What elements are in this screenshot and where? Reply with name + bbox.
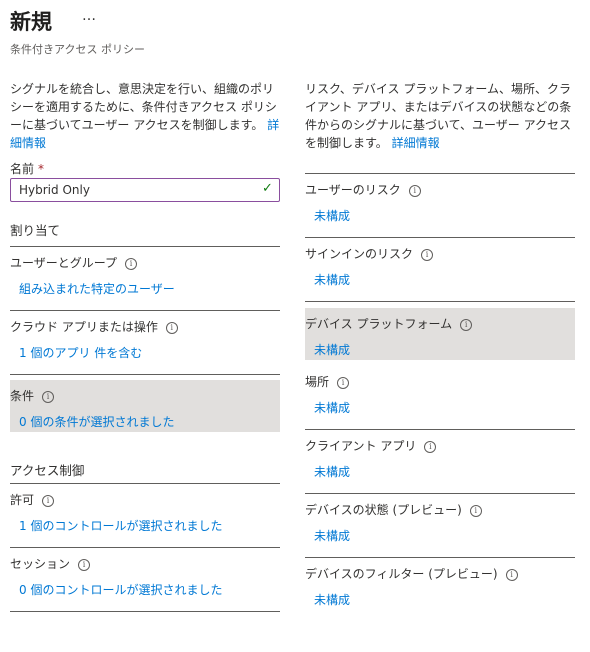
condition-label: デバイスのフィルター (プレビュー) i <box>305 565 518 582</box>
policy-name-input[interactable] <box>10 178 280 202</box>
condition-label: クライアント アプリ i <box>305 437 437 454</box>
right-column: リスク、デバイス プラットフォーム、場所、クライアント アプリ、またはデバイスの… <box>305 80 575 607</box>
condition-device-state[interactable]: デバイスの状態 (プレビュー) i 未構成 <box>305 494 575 546</box>
condition-sign-in-risk[interactable]: サインインのリスク i 未構成 <box>305 238 575 290</box>
users-and-groups-link[interactable]: 組み込まれた特定のユーザー <box>19 280 175 297</box>
condition-value-link[interactable]: 未構成 <box>314 463 350 480</box>
right-description: リスク、デバイス プラットフォーム、場所、クライアント アプリ、またはデバイスの… <box>305 80 575 155</box>
cloud-apps-link[interactable]: 1 個のアプリ 件を含む <box>19 344 142 361</box>
info-icon[interactable]: i <box>125 258 138 270</box>
info-icon[interactable]: i <box>42 495 55 507</box>
info-icon[interactable]: i <box>408 185 421 197</box>
info-icon[interactable]: i <box>78 559 91 571</box>
conditions-label: 条件 i <box>10 387 55 404</box>
info-icon[interactable]: i <box>421 249 434 261</box>
info-icon[interactable]: i <box>165 322 178 334</box>
assignments-title: 割り当て <box>10 223 61 238</box>
session-item[interactable]: セッション i 0 個のコントロールが選択されました <box>10 548 280 600</box>
name-label-text: 名前 <box>10 162 35 176</box>
access-controls-title: アクセス制御 <box>10 463 85 478</box>
grant-item[interactable]: 許可 i 1 個のコントロールが選択されました <box>10 484 280 536</box>
required-mark: * <box>38 162 45 176</box>
checkmark-icon: ✓ <box>262 181 273 196</box>
cloud-apps-label: クラウド アプリまたは操作 i <box>10 318 178 335</box>
divider <box>10 611 280 612</box>
condition-label: デバイス プラットフォーム i <box>305 315 473 332</box>
condition-value-link[interactable]: 未構成 <box>314 591 350 608</box>
session-link[interactable]: 0 個のコントロールが選択されました <box>19 581 222 598</box>
session-label: セッション i <box>10 555 91 572</box>
condition-value-link[interactable]: 未構成 <box>314 399 350 416</box>
right-learn-more-link[interactable]: 詳細情報 <box>392 136 440 150</box>
condition-value-link[interactable]: 未構成 <box>314 527 350 544</box>
condition-value-link[interactable]: 未構成 <box>314 271 350 288</box>
divider <box>10 374 280 375</box>
divider <box>305 301 575 302</box>
condition-user-risk[interactable]: ユーザーのリスク i 未構成 <box>305 174 575 226</box>
condition-label: デバイスの状態 (プレビュー) i <box>305 501 482 518</box>
conditions-link[interactable]: 0 個の条件が選択されました <box>19 413 174 430</box>
left-description: シグナルを統合し、意思決定を行い、組織のポリシーを適用するために、条件付きアクセ… <box>10 80 280 150</box>
condition-label: ユーザーのリスク i <box>305 181 421 198</box>
users-and-groups-label: ユーザーとグループ i <box>10 254 138 271</box>
info-icon[interactable]: i <box>337 377 350 389</box>
conditions-item[interactable]: 条件 i 0 個の条件が選択されました <box>10 380 280 432</box>
page-title: 新規 <box>10 10 52 34</box>
cloud-apps-item[interactable]: クラウド アプリまたは操作 i 1 個のアプリ 件を含む <box>10 311 280 363</box>
users-and-groups-item[interactable]: ユーザーとグループ i 組み込まれた特定のユーザー <box>10 247 280 299</box>
condition-location[interactable]: 場所 i 未構成 <box>305 366 575 418</box>
condition-device-filter[interactable]: デバイスのフィルター (プレビュー) i 未構成 <box>305 558 575 610</box>
condition-value-link[interactable]: 未構成 <box>314 207 350 224</box>
info-icon[interactable]: i <box>469 505 482 517</box>
info-icon[interactable]: i <box>505 569 518 581</box>
condition-device-platform[interactable]: デバイス プラットフォーム i 未構成 <box>305 308 575 360</box>
left-description-text: シグナルを統合し、意思決定を行い、組織のポリシーを適用するために、条件付きアクセ… <box>10 82 277 132</box>
grant-label: 許可 i <box>10 491 55 508</box>
condition-label: サインインのリスク i <box>305 245 434 262</box>
condition-label: 場所 i <box>305 373 350 390</box>
more-options-button[interactable]: … <box>82 8 97 24</box>
condition-client-apps[interactable]: クライアント アプリ i 未構成 <box>305 430 575 482</box>
grant-link[interactable]: 1 個のコントロールが選択されました <box>19 517 222 534</box>
condition-value-link[interactable]: 未構成 <box>314 341 350 358</box>
name-label: 名前 * <box>10 160 44 177</box>
info-icon[interactable]: i <box>460 319 473 331</box>
info-icon[interactable]: i <box>42 391 55 403</box>
page-subtitle: 条件付きアクセス ポリシー <box>10 43 145 56</box>
left-column: シグナルを統合し、意思決定を行い、組織のポリシーを適用するために、条件付きアクセ… <box>10 80 280 612</box>
info-icon[interactable]: i <box>424 441 437 453</box>
